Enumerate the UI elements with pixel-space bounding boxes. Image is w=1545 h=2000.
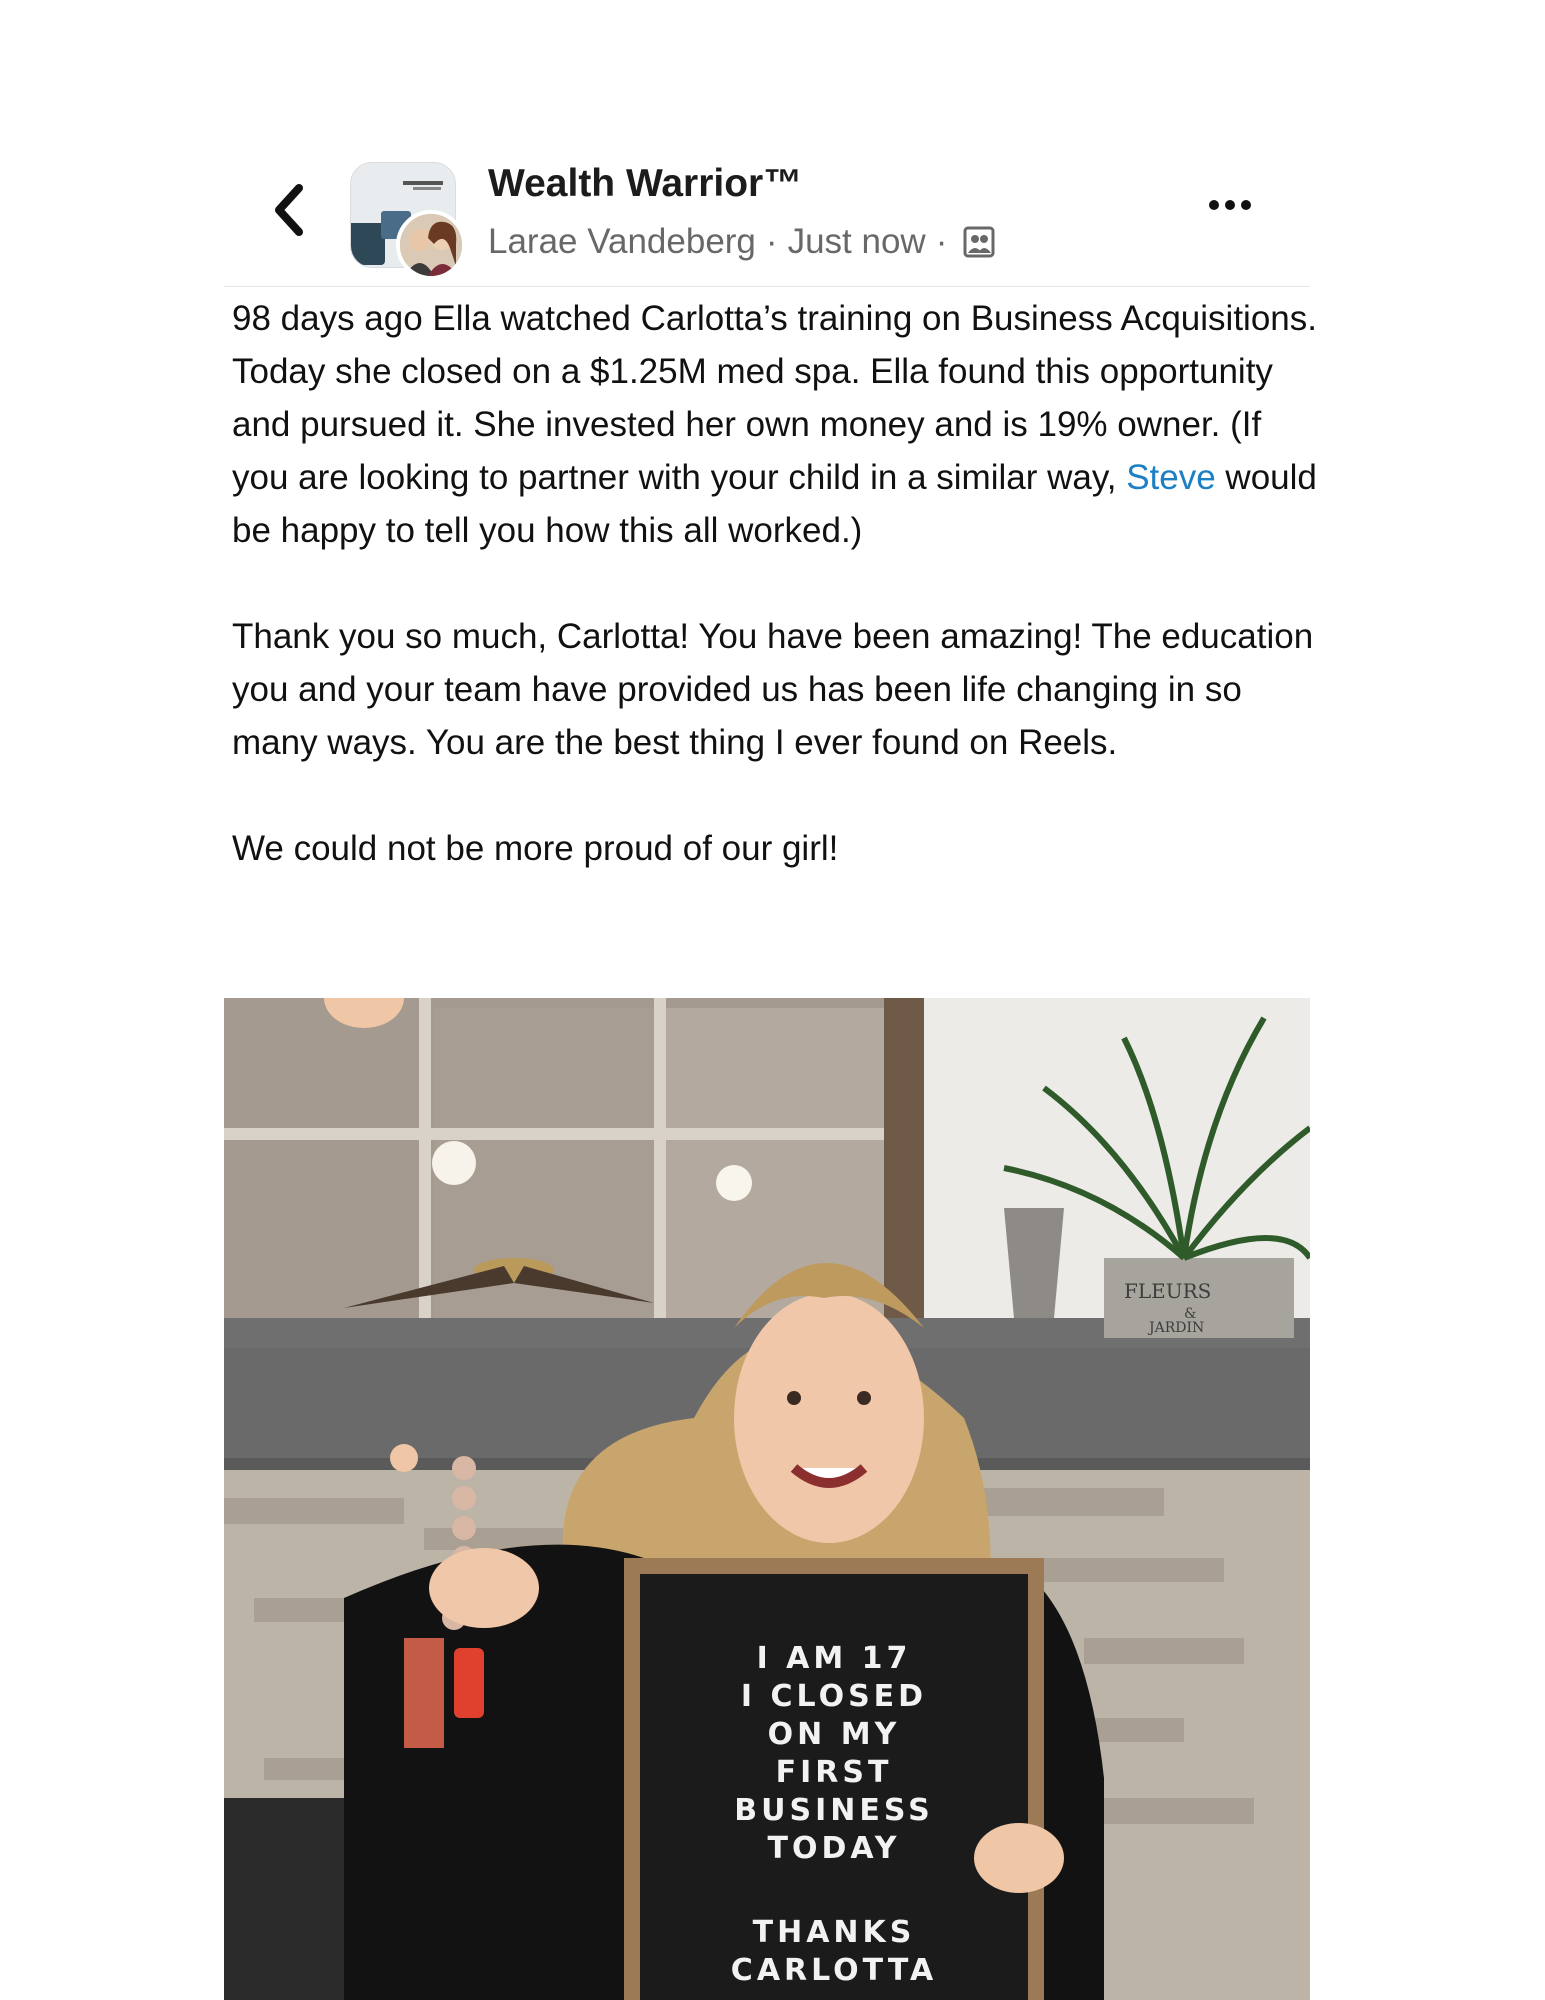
- letterboard-line: FIRST: [776, 1755, 893, 1790]
- letterboard: I AM 17I CLOSEDON MYFIRSTBUSINESSTODAY TH…: [624, 1558, 1044, 2000]
- mention-link[interactable]: Steve: [1126, 458, 1216, 497]
- group-avatar-shape: [351, 223, 385, 265]
- more-options-button[interactable]: [1200, 190, 1260, 220]
- letterboard-line: I CLOSED: [741, 1679, 927, 1714]
- letterboard-line: ON MY: [768, 1717, 901, 1752]
- post-photo[interactable]: FLEURS & JARDIN I AM 17 I CLOSED ON MY FIRS…: [224, 998, 1310, 2000]
- letterboard-line: BUSINESS: [734, 1793, 933, 1828]
- letterboard-line: THANKS: [753, 1915, 916, 1950]
- letterboard-line: CARLOTTA: [731, 1953, 937, 1988]
- meta-separator: ·: [765, 222, 778, 261]
- more-horizontal-icon: [1225, 200, 1235, 210]
- post-paragraph: We could not be more proud of our girl!: [232, 829, 839, 868]
- photo-illustration: FLEURS & JARDIN I AM 17I CLOSEDON MYFIRS…: [224, 998, 1310, 2000]
- group-logo-banner: [403, 181, 443, 190]
- post-paragraph: Thank you so much, Carlotta! You have be…: [232, 617, 1314, 762]
- post-text: 98 days ago Ella watched Carlotta’s trai…: [232, 292, 1317, 875]
- author-name[interactable]: Larae Vandeberg: [488, 222, 756, 262]
- post-paragraph: 98 days ago Ella watched Carlotta’s trai…: [232, 292, 1317, 557]
- more-horizontal-icon: [1209, 200, 1219, 210]
- letterboard-line: I AM 17: [757, 1641, 912, 1676]
- author-avatar: [396, 210, 466, 280]
- back-button[interactable]: [269, 180, 309, 240]
- group-name[interactable]: Wealth Warrior™: [488, 162, 802, 206]
- more-horizontal-icon: [1241, 200, 1251, 210]
- post-meta: Larae Vandeberg · Just now ·: [488, 222, 995, 262]
- pot-label: JARDIN: [1147, 1320, 1204, 1336]
- post-header: Wealth Warrior™ Larae Vandeberg · Just n…: [224, 150, 1310, 287]
- post-time: Just now: [787, 222, 926, 261]
- members-icon: [963, 226, 995, 258]
- letterboard-line: TODAY: [768, 1831, 901, 1866]
- meta-separator: ·: [935, 222, 948, 261]
- chevron-left-icon: [275, 184, 303, 236]
- pot-label: FLEURS: [1124, 1279, 1211, 1303]
- avatar-stack[interactable]: [350, 162, 466, 280]
